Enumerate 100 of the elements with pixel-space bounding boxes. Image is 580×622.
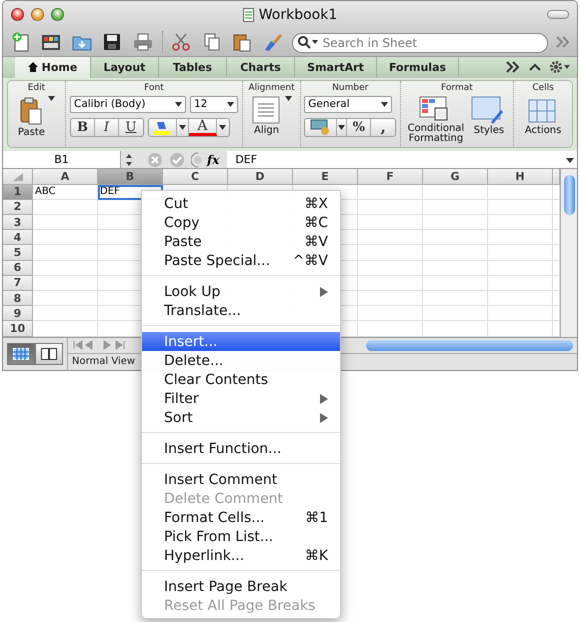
table-cell <box>423 260 488 276</box>
table-cell <box>423 230 488 246</box>
new-document-icon <box>10 32 31 52</box>
table-cell <box>488 200 553 216</box>
grid-icon <box>13 348 29 360</box>
caret-icon <box>48 96 55 101</box>
table-cell <box>423 306 488 322</box>
paintbrush-icon <box>262 32 283 52</box>
insert-function-button[interactable]: fx <box>207 152 220 167</box>
close-button[interactable] <box>11 8 24 21</box>
column-header[interactable]: C <box>163 169 228 185</box>
bold-button[interactable]: B <box>70 118 95 136</box>
normal-view-button[interactable] <box>7 342 35 365</box>
corner-triangle-icon <box>12 172 22 181</box>
fill-color-menu-button[interactable] <box>176 118 189 136</box>
group-title: Number <box>332 82 368 93</box>
zoom-button[interactable] <box>51 8 64 21</box>
caret-icon <box>284 96 292 101</box>
menu-item[interactable]: Insert Function... <box>142 439 340 458</box>
currency-menu-button[interactable] <box>337 118 348 136</box>
cancel-icon <box>147 152 163 168</box>
conditional-formatting-button[interactable]: Conditional Formatting <box>406 96 465 145</box>
menu-item[interactable]: Translate... <box>142 301 340 320</box>
more-tabs-button[interactable] <box>505 60 521 74</box>
table-cell <box>488 184 553 200</box>
row-header[interactable]: 8 <box>3 290 33 306</box>
table-cell <box>423 200 488 216</box>
formula-field[interactable]: DEF <box>227 151 577 168</box>
underline-button[interactable]: U <box>118 118 143 136</box>
menu-item[interactable]: Format Cells... ⌘1 <box>142 508 340 527</box>
row-header[interactable]: 6 <box>3 260 33 276</box>
comma-style-button[interactable]: , <box>371 118 396 136</box>
row-header[interactable]: 4 <box>3 230 33 246</box>
number-format-select[interactable]: General <box>304 96 392 113</box>
font-name-select[interactable]: Calibri (Body) <box>70 96 186 113</box>
table-cell <box>423 215 488 230</box>
menu-item[interactable]: Pick From List... <box>142 527 340 546</box>
menu-item[interactable]: Insert Page Break <box>142 577 340 596</box>
styles-button[interactable]: Styles <box>470 96 507 136</box>
table-cell <box>488 230 553 246</box>
actions-button[interactable]: Actions <box>524 96 562 136</box>
table-cell <box>358 215 423 230</box>
column-header[interactable]: A <box>33 169 98 185</box>
caret-icon <box>226 102 234 107</box>
percent-button[interactable]: % <box>347 118 372 136</box>
shortcut-text: ⌘1 <box>305 510 328 526</box>
menu-item[interactable]: Copy ⌘C <box>142 213 340 232</box>
table-cell <box>358 245 423 261</box>
align-button[interactable]: Align <box>252 96 282 136</box>
page-layout-view-button[interactable] <box>35 342 63 365</box>
ribbon-tab[interactable]: Home <box>15 57 91 78</box>
menu-item[interactable]: Sort <box>142 408 340 427</box>
minimize-button[interactable] <box>31 8 44 21</box>
table-cell <box>33 260 98 276</box>
row-header[interactable]: 3 <box>3 215 33 230</box>
menu-item[interactable]: Delete... <box>142 351 340 370</box>
money-icon <box>310 119 332 136</box>
menu-item[interactable]: Look Up <box>142 282 340 301</box>
column-header[interactable]: D <box>228 169 293 185</box>
row-header[interactable]: 7 <box>3 276 33 291</box>
table-cell <box>423 276 488 291</box>
submenu-arrow-icon <box>320 286 328 296</box>
table-cell <box>488 260 553 276</box>
column-header[interactable]: B <box>98 169 163 185</box>
search-icon <box>296 35 319 49</box>
column-header[interactable]: F <box>358 169 423 185</box>
menu-item[interactable]: Insert... <box>142 332 340 351</box>
table-cell <box>488 306 553 322</box>
row-header[interactable]: 5 <box>3 245 33 261</box>
menu-item[interactable]: Clear Contents <box>142 370 340 389</box>
row-header[interactable]: 10 <box>3 321 33 337</box>
column-header[interactable]: G <box>423 169 488 185</box>
column-header[interactable]: H <box>488 169 553 185</box>
search-field[interactable]: Search in Sheet <box>292 33 548 53</box>
menu-item[interactable]: Hyperlink... ⌘K <box>142 546 340 565</box>
menu-item[interactable]: Insert Comment <box>142 470 340 489</box>
row-header[interactable]: 1 <box>3 184 33 200</box>
home-icon <box>28 62 38 72</box>
shortcut-text: ⌘X <box>304 196 328 212</box>
menu-item[interactable]: Paste Special... ^⌘V <box>142 251 340 270</box>
table-cell <box>423 245 488 261</box>
name-box[interactable]: B1 <box>3 151 121 168</box>
print-button[interactable] <box>131 31 155 53</box>
menu-item[interactable]: Paste ⌘V <box>142 232 340 251</box>
table-cell <box>358 290 423 306</box>
row-header[interactable]: 2 <box>3 200 33 216</box>
vertical-scrollbar[interactable] <box>560 169 577 337</box>
menu-item[interactable]: Filter <box>142 389 340 408</box>
font-size-select[interactable]: 12 <box>190 96 238 113</box>
settings-button[interactable] <box>549 60 571 74</box>
caret-icon <box>174 102 182 107</box>
shortcut-text: ⌘V <box>304 234 328 250</box>
column-header[interactable]: E <box>293 169 358 185</box>
group-title: Font <box>144 82 164 93</box>
caret-icon <box>381 102 388 107</box>
row-header[interactable]: 9 <box>3 306 33 322</box>
italic-button[interactable]: I <box>94 118 119 136</box>
table-cell <box>358 184 423 200</box>
paste-button[interactable]: Paste <box>18 96 45 138</box>
toolbar-toggle-button[interactable] <box>547 10 569 19</box>
